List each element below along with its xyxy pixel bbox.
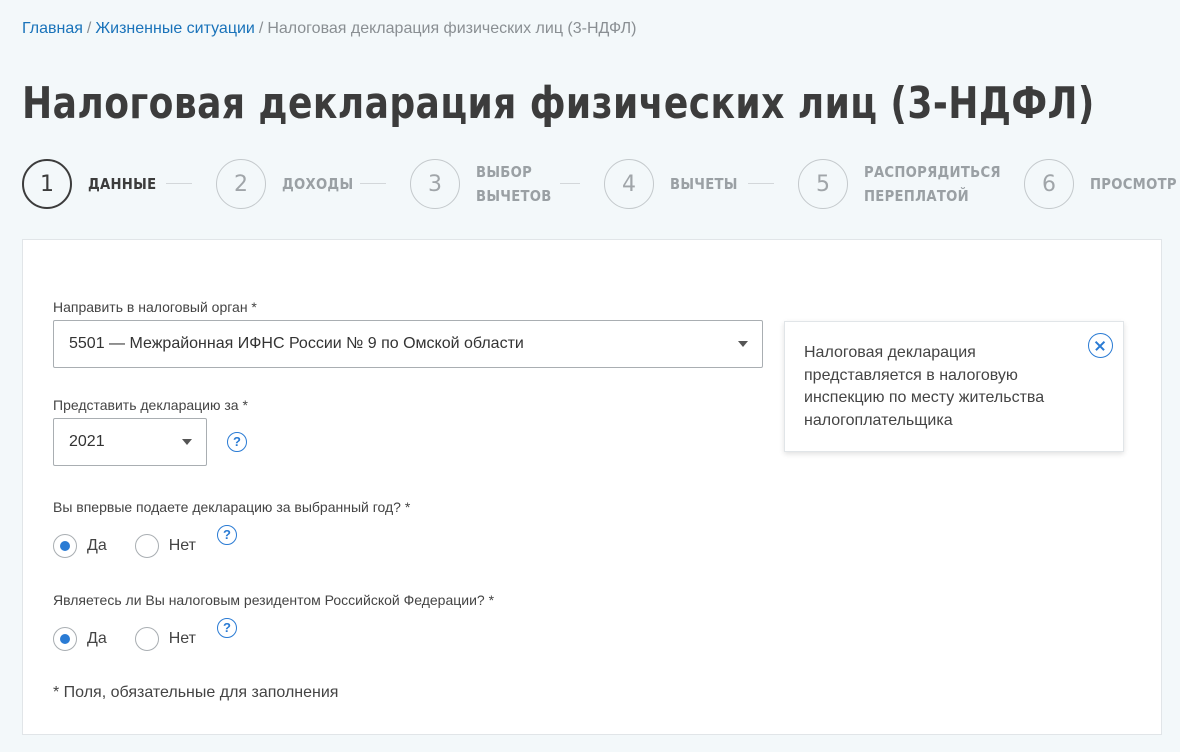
help-icon[interactable]: ? [227,432,247,452]
close-icon[interactable] [1088,333,1113,358]
step-number: 6 [1024,159,1074,209]
breadcrumb-situations-link[interactable]: Жизненные ситуации [95,20,255,37]
step-overpayment[interactable]: 5 РАСПОРЯДИТЬСЯ ПЕРЕПЛАТОЙ [798,158,1020,210]
first-time-radio-group: Да Нет [53,534,224,558]
step-number: 2 [216,159,266,209]
first-time-yes-radio[interactable]: Да [53,534,107,558]
resident-no-radio[interactable]: Нет [134,627,196,651]
resident-radio-group: Да Нет [53,627,224,651]
step-income[interactable]: 2 ДОХОДЫ [216,158,363,210]
step-label: ДАННЫЕ [88,175,157,193]
radio-label: Нет [168,537,196,554]
breadcrumb: Главная / Жизненные ситуации / Налоговая дек… [22,20,636,38]
tax-office-label: Направить в налоговый орган * [53,299,257,315]
radio-label: Да [87,630,107,647]
step-data[interactable]: 1 ДАННЫЕ [22,158,166,210]
radio-unchecked-icon [134,627,159,651]
step-label: ДОХОДЫ [282,175,354,193]
step-label: ВЫБОР ВЫЧЕТОВ [476,163,552,205]
first-time-no-radio[interactable]: Нет [134,534,196,558]
form-card: Направить в налоговый орган * 5501 — Меж… [22,239,1162,735]
tax-office-tooltip: Налоговая декларация представляется в на… [784,321,1124,452]
radio-checked-icon [53,627,77,651]
breadcrumb-separator: / [258,20,264,37]
step-connector [560,183,580,184]
step-deduction-choice[interactable]: 3 ВЫБОР ВЫЧЕТОВ [410,158,562,210]
breadcrumb-home-link[interactable]: Главная [22,20,83,37]
year-select[interactable]: 2021 [53,418,207,466]
breadcrumb-current: Налоговая декларация физических лиц (3-Н… [267,20,637,37]
tax-office-select[interactable]: 5501 — Межрайонная ИФНС России № 9 по Ом… [53,320,763,368]
breadcrumb-separator: / [86,20,92,37]
year-label: Представить декларацию за * [53,397,248,413]
help-icon[interactable]: ? [217,618,237,638]
resident-yes-radio[interactable]: Да [53,627,107,651]
radio-label: Нет [168,630,196,647]
step-label: РАСПОРЯДИТЬСЯ ПЕРЕПЛАТОЙ [864,163,1001,205]
first-time-label: Вы впервые подаете декларацию за выбранн… [53,499,411,515]
step-number: 4 [604,159,654,209]
step-connector [748,183,774,184]
radio-unchecked-icon [134,534,159,558]
help-icon[interactable]: ? [217,525,237,545]
step-label: ВЫЧЕТЫ [670,175,738,193]
step-number: 3 [410,159,460,209]
page-title: Налоговая декларация физических лиц (3-Н… [22,78,1095,129]
step-number: 1 [22,159,72,209]
tax-office-value: 5501 — Межрайонная ИФНС России № 9 по Ом… [69,335,524,352]
year-value: 2021 [69,433,105,450]
step-connector [360,183,386,184]
chevron-down-icon [738,341,748,347]
stepper: 1 ДАННЫЕ 2 ДОХОДЫ 3 ВЫБОР ВЫЧЕТОВ 4 ВЫЧЕ… [0,158,1180,210]
radio-label: Да [87,537,107,554]
step-deductions[interactable]: 4 ВЫЧЕТЫ [604,158,747,210]
step-label: ПРОСМОТР [1090,175,1177,193]
step-number: 5 [798,159,848,209]
tooltip-text: Налоговая декларация представляется в на… [804,344,1045,429]
required-fields-note: * Поля, обязательные для заполнения [53,684,339,701]
resident-label: Являетесь ли Вы налоговым резидентом Рос… [53,592,495,608]
radio-checked-icon [53,534,77,558]
step-connector [166,183,192,184]
chevron-down-icon [182,439,192,445]
step-preview[interactable]: 6 ПРОСМОТР [1024,158,1180,210]
